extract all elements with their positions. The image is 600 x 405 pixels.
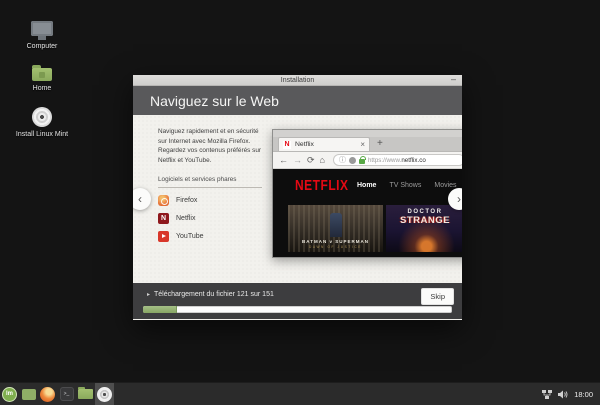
desktop-icon-home[interactable]: Home — [10, 64, 74, 92]
list-item-youtube: YouTube — [158, 231, 262, 242]
home-icon: ⌂ — [320, 156, 325, 165]
taskbar-clock[interactable]: 18:00 — [574, 390, 593, 399]
window-titlebar[interactable]: Installation – — [133, 75, 462, 86]
menu-item-movies: Movies — [434, 182, 456, 189]
strange-title-2: STRANGE — [386, 215, 462, 226]
slide-content: Naviguez rapidement et en sécurité sur I… — [133, 115, 462, 283]
installer-footer: ▸ Téléchargement du fichier 121 sur 151 … — [133, 283, 462, 319]
back-icon: ← — [279, 156, 288, 165]
lock-icon — [359, 159, 365, 164]
expander-icon: ▸ — [147, 291, 150, 298]
show-desktop-button[interactable] — [19, 383, 38, 405]
forward-icon: → — [293, 156, 302, 165]
home-folder-icon — [32, 68, 52, 81]
netflix-icon: N — [158, 213, 169, 224]
chevron-left-icon: ‹ — [138, 192, 142, 206]
desktop-icon-label: Computer — [10, 43, 74, 50]
slide-section-title: Logiciels et services phares — [158, 176, 262, 188]
download-status[interactable]: ▸ Téléchargement du fichier 121 sur 151 — [147, 291, 274, 298]
browser-toolbar: ← → ⟳ ⌂ ⓘ https://www.netflix.co — [273, 152, 462, 169]
show-desktop-icon — [22, 389, 36, 400]
skip-button[interactable]: Skip — [421, 288, 454, 305]
slide-header: Naviguez sur le Web — [133, 86, 462, 115]
install-disc-icon — [32, 107, 52, 127]
netflix-menu: Home TV Shows Movies — [357, 182, 457, 189]
app-label: Netflix — [176, 215, 195, 222]
new-tab-icon: + — [377, 138, 383, 149]
window-title: Installation — [281, 77, 314, 84]
movie-tiles: BATMAN v SUPERMAN DAWN OF JUSTICE DOCTOR… — [288, 205, 462, 252]
url-text: https://www.netflix.co — [368, 157, 426, 164]
reload-icon: ⟳ — [307, 156, 315, 165]
browser-titlebar — [273, 130, 462, 137]
menu-item-home: Home — [357, 182, 376, 189]
mint-logo-icon: lm — [2, 387, 17, 402]
address-bar: ⓘ https://www.netflix.co — [333, 154, 462, 166]
slide-title: Naviguez sur le Web — [150, 93, 279, 109]
mint-menu-button[interactable]: lm — [0, 383, 19, 405]
batman-subtitle: DAWN OF JUSTICE — [288, 245, 383, 249]
browser-screenshot: N Netflix × + ← → ⟳ ⌂ ⓘ https://www. — [272, 129, 462, 258]
app-label: Firefox — [176, 197, 197, 204]
browser-tabbar: N Netflix × + — [273, 137, 462, 152]
status-text: Téléchargement du fichier 121 sur 151 — [154, 291, 274, 298]
installer-task-button[interactable] — [95, 383, 114, 405]
installer-window: Installation – Naviguez sur le Web Navig… — [133, 75, 462, 320]
netflix-logo: NETFLIX — [295, 177, 349, 194]
youtube-icon — [158, 231, 169, 242]
slide-paragraph: Naviguez rapidement et en sécurité sur I… — [158, 127, 262, 165]
firefox-icon — [40, 387, 55, 402]
tile-doctor-strange: DOCTOR STRANGE — [386, 205, 462, 252]
netflix-favicon: N — [283, 141, 291, 149]
network-icon[interactable] — [542, 390, 552, 399]
firefox-launcher[interactable] — [38, 383, 57, 405]
desktop-icon-computer[interactable]: Computer — [10, 21, 74, 50]
menu-item-tvshows: TV Shows — [389, 182, 421, 189]
list-item-netflix: N Netflix — [158, 213, 262, 224]
folder-icon — [78, 389, 93, 399]
terminal-launcher[interactable]: >_ — [57, 383, 76, 405]
firefox-icon — [158, 195, 169, 206]
desktop: Computer Home Install Linux Mint Install… — [0, 0, 600, 405]
netflix-page: NETFLIX Home TV Shows Movies BATMAN v SU… — [273, 169, 462, 257]
chevron-right-icon: › — [457, 192, 461, 206]
desktop-icon-label: Home — [10, 85, 74, 92]
files-task-button[interactable] — [76, 383, 95, 405]
app-label: YouTube — [176, 233, 204, 240]
terminal-icon: >_ — [60, 387, 74, 401]
desktop-icon-install-linux-mint[interactable]: Install Linux Mint — [10, 107, 74, 138]
taskbar: lm >_ — [0, 382, 600, 405]
installer-disc-icon — [97, 387, 112, 402]
slide-prev-button[interactable]: ‹ — [133, 188, 151, 210]
progress-bar — [143, 306, 452, 313]
tab-close-icon: × — [360, 140, 365, 149]
list-item-firefox: Firefox — [158, 195, 262, 206]
tile-batman-v-superman: BATMAN v SUPERMAN DAWN OF JUSTICE — [288, 205, 383, 252]
tab-title: Netflix — [295, 141, 356, 148]
minimize-button[interactable]: – — [451, 74, 456, 84]
volume-icon[interactable] — [558, 390, 568, 399]
computer-icon — [31, 21, 53, 36]
progress-fill — [143, 306, 177, 313]
desktop-icon-label: Install Linux Mint — [10, 131, 74, 138]
info-icon: ⓘ — [339, 157, 346, 164]
browser-tab-netflix: N Netflix × — [278, 137, 370, 151]
batman-title: BATMAN v SUPERMAN — [288, 239, 383, 244]
globe-icon — [349, 157, 356, 164]
